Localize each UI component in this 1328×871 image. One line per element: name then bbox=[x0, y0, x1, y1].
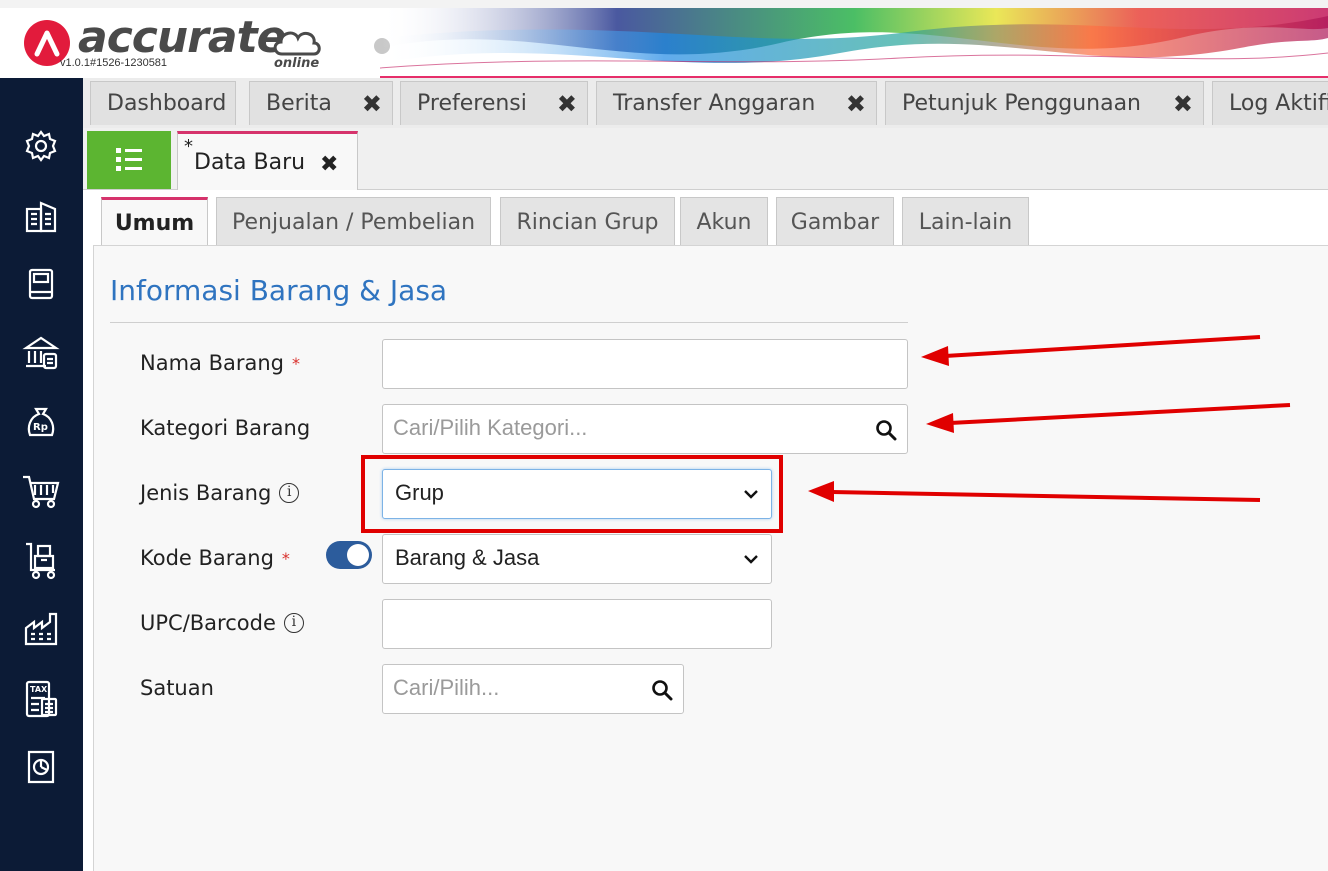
cart-icon[interactable] bbox=[20, 470, 62, 512]
close-icon[interactable]: ✖ bbox=[557, 90, 577, 118]
kode-barang-select[interactable]: Barang & Jasa bbox=[382, 534, 772, 584]
auto-code-toggle[interactable] bbox=[326, 541, 372, 569]
tab-lain-lain[interactable]: Lain-lain bbox=[902, 197, 1029, 246]
unsaved-mark: * bbox=[184, 136, 193, 157]
close-icon[interactable]: ✖ bbox=[362, 90, 382, 118]
kategori-barang-search-input[interactable]: Cari/Pilih Kategori... bbox=[382, 404, 908, 454]
list-icon bbox=[116, 148, 142, 171]
tab-label: Data Baru bbox=[194, 150, 306, 175]
report-chart-icon[interactable] bbox=[20, 746, 62, 788]
search-icon[interactable] bbox=[651, 679, 673, 701]
satuan-placeholder: Cari/Pilih... bbox=[393, 675, 500, 700]
kategori-placeholder: Cari/Pilih Kategori... bbox=[393, 415, 588, 440]
top-tab-bar: Dashboard Berita ✖ Preferensi ✖ Transfer… bbox=[83, 78, 1328, 128]
sidebar: Rp TAX bbox=[0, 78, 83, 871]
tab-gambar[interactable]: Gambar bbox=[776, 197, 894, 246]
building-icon[interactable] bbox=[20, 196, 62, 238]
info-icon[interactable]: i bbox=[283, 613, 304, 633]
label-text: Satuan bbox=[140, 676, 214, 700]
kode-barang-value: Barang & Jasa bbox=[395, 545, 540, 570]
brand-subtitle: online bbox=[274, 56, 320, 71]
upc-barcode-label: UPC/Barcode i bbox=[140, 611, 304, 635]
money-bag-icon[interactable]: Rp bbox=[20, 401, 62, 443]
tab-rincian-grup[interactable]: Rincian Grup bbox=[500, 197, 675, 246]
form-panel: Informasi Barang & Jasa Nama Barang * Kat… bbox=[93, 245, 1328, 871]
close-icon[interactable]: ✖ bbox=[1173, 90, 1193, 118]
tab-umum[interactable]: Umum bbox=[101, 197, 208, 247]
tab-data-baru[interactable]: * Data Baru ✖ bbox=[177, 131, 358, 191]
search-icon[interactable] bbox=[875, 419, 897, 441]
toggle-knob bbox=[347, 544, 369, 566]
tab-label: Dashboard bbox=[107, 91, 227, 116]
tab-petunjuk-penggunaan[interactable]: Petunjuk Penggunaan ✖ bbox=[885, 81, 1204, 125]
label-text: Kode Barang bbox=[140, 546, 274, 570]
header-wave-graphic bbox=[380, 8, 1328, 69]
satuan-label: Satuan bbox=[140, 676, 214, 700]
app-header: accurate online v1.0.1#1526-1230581 bbox=[0, 0, 1328, 78]
kategori-barang-label: Kategori Barang bbox=[140, 416, 310, 440]
kode-barang-label: Kode Barang * bbox=[140, 546, 290, 570]
bag-currency-label: Rp bbox=[33, 422, 48, 433]
tab-preferensi[interactable]: Preferensi ✖ bbox=[400, 81, 588, 125]
tab-label: Transfer Anggaran bbox=[613, 91, 816, 116]
nama-barang-label: Nama Barang * bbox=[140, 351, 300, 375]
app-window: accurate online v1.0.1#1526-1230581 Rp T… bbox=[0, 0, 1328, 871]
box-cart-icon[interactable] bbox=[20, 539, 62, 581]
required-mark: * bbox=[281, 548, 290, 568]
tab-log-aktifitas[interactable]: Log Aktifi bbox=[1212, 81, 1328, 125]
list-view-button[interactable] bbox=[87, 131, 171, 189]
version-label: v1.0.1#1526-1230581 bbox=[60, 57, 168, 69]
upc-barcode-input[interactable] bbox=[382, 599, 772, 649]
satuan-search-input[interactable]: Cari/Pilih... bbox=[382, 664, 684, 714]
bank-icon[interactable] bbox=[20, 332, 62, 374]
tab-berita[interactable]: Berita ✖ bbox=[249, 81, 393, 125]
tab-akun[interactable]: Akun bbox=[680, 197, 768, 246]
tax-icon[interactable]: TAX bbox=[20, 678, 62, 720]
tab-dashboard[interactable]: Dashboard bbox=[90, 81, 236, 125]
jenis-barang-label: Jenis Barang i bbox=[140, 481, 300, 505]
document-tab-bar: * Data Baru ✖ bbox=[83, 128, 1328, 191]
nama-barang-input[interactable] bbox=[382, 339, 908, 389]
factory-icon[interactable] bbox=[20, 608, 62, 650]
close-icon[interactable]: ✖ bbox=[846, 90, 866, 118]
label-text: Kategori Barang bbox=[140, 416, 311, 440]
tab-label: Preferensi bbox=[417, 91, 527, 116]
section-title: Informasi Barang & Jasa bbox=[110, 274, 448, 307]
tab-penjualan-pembelian[interactable]: Penjualan / Pembelian bbox=[216, 197, 491, 246]
section-divider bbox=[110, 322, 908, 323]
required-mark: * bbox=[292, 353, 300, 373]
form-tab-bar: Umum Penjualan / Pembelian Rincian Grup … bbox=[83, 190, 1328, 247]
chevron-down-icon bbox=[744, 555, 758, 564]
label-text: Jenis Barang bbox=[140, 481, 272, 505]
close-icon[interactable]: ✖ bbox=[320, 152, 338, 177]
annotation-highlight-box bbox=[361, 455, 783, 533]
tab-label: Log Aktifi bbox=[1229, 91, 1328, 116]
info-icon[interactable]: i bbox=[279, 483, 300, 503]
gear-icon[interactable] bbox=[20, 125, 62, 167]
label-text: Nama Barang bbox=[140, 351, 284, 375]
book-icon[interactable] bbox=[20, 263, 62, 305]
tab-transfer-anggaran[interactable]: Transfer Anggaran ✖ bbox=[596, 81, 877, 125]
tab-label: Berita bbox=[266, 91, 332, 116]
brand-name: accurate bbox=[78, 12, 286, 63]
tab-label: Petunjuk Penggunaan bbox=[902, 91, 1142, 116]
tax-label: TAX bbox=[30, 685, 48, 694]
label-text: UPC/Barcode bbox=[140, 611, 276, 635]
